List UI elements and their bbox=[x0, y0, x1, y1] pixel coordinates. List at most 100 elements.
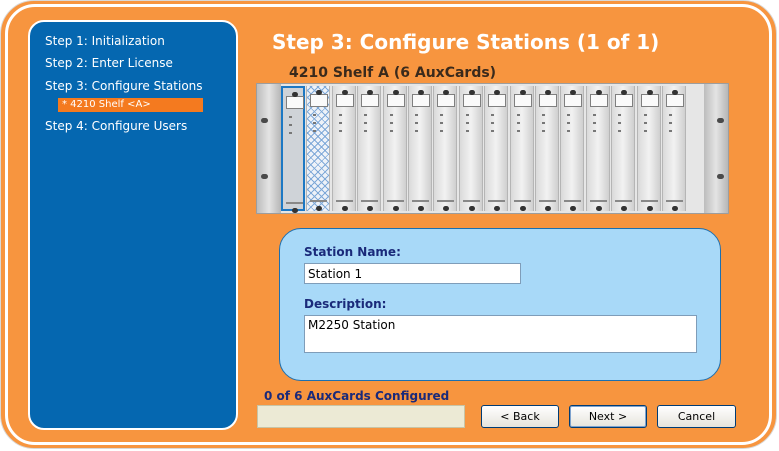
card-led bbox=[542, 114, 545, 116]
card-screw-icon bbox=[672, 90, 678, 95]
card-screw-icon bbox=[519, 90, 526, 95]
shelf-slot-1[interactable] bbox=[281, 86, 305, 213]
card-brand bbox=[462, 200, 480, 202]
card-led bbox=[542, 130, 545, 132]
card-led bbox=[389, 122, 393, 124]
shelf-slot-12[interactable] bbox=[560, 86, 585, 211]
shelf-slot-3[interactable] bbox=[331, 86, 356, 211]
shelf-slot-5[interactable] bbox=[382, 86, 407, 211]
shelf-slot-13[interactable] bbox=[585, 86, 610, 211]
card-lbl bbox=[462, 94, 481, 107]
card-screw-icon bbox=[418, 206, 424, 211]
station-name-label: Station Name: bbox=[304, 245, 401, 259]
wizard-step-sidebar: Step 1: Initialization Step 2: Enter Lic… bbox=[28, 20, 238, 430]
shelf-slot-11[interactable] bbox=[535, 86, 559, 211]
shelf-slot-10[interactable] bbox=[509, 86, 534, 211]
card-screw-icon bbox=[418, 90, 424, 95]
card-screw-icon bbox=[545, 206, 551, 211]
card-led bbox=[289, 116, 292, 118]
card-led bbox=[440, 114, 444, 116]
card-lbl bbox=[539, 94, 557, 107]
shelf-slot-15[interactable] bbox=[636, 86, 661, 211]
card-lbl bbox=[437, 94, 456, 107]
card-led bbox=[542, 122, 545, 124]
cancel-button[interactable]: Cancel bbox=[657, 405, 736, 428]
shelf-slot-2[interactable] bbox=[306, 86, 331, 211]
card-led bbox=[669, 114, 672, 116]
card-lbl bbox=[386, 94, 405, 107]
card-screw-icon bbox=[494, 206, 501, 211]
card-brand bbox=[310, 200, 328, 202]
card-brand bbox=[386, 200, 404, 202]
card-lbl bbox=[361, 94, 380, 107]
card-brand bbox=[615, 200, 633, 202]
shelf-slot-14[interactable] bbox=[611, 86, 636, 211]
card-screw-icon bbox=[292, 208, 298, 213]
card-led bbox=[465, 114, 469, 116]
card-brand bbox=[666, 200, 683, 202]
card-led bbox=[592, 130, 596, 132]
card-screw-icon bbox=[443, 206, 450, 211]
shelf-slot-9[interactable] bbox=[484, 86, 509, 211]
card-led bbox=[440, 122, 444, 124]
rack-ear-right bbox=[704, 84, 728, 213]
sidebar-step-enter-license[interactable]: Step 2: Enter License bbox=[45, 56, 173, 70]
card-led bbox=[313, 114, 317, 116]
card-led bbox=[592, 122, 596, 124]
card-screw-icon bbox=[545, 90, 551, 95]
card-lbl bbox=[412, 94, 430, 107]
card-led bbox=[289, 132, 292, 134]
card-led bbox=[289, 124, 292, 126]
card-lbl bbox=[310, 94, 329, 107]
card-screw-icon bbox=[595, 206, 602, 211]
card-led bbox=[643, 130, 647, 132]
next-button[interactable]: Next > bbox=[569, 405, 647, 428]
shelf-rack-image[interactable] bbox=[256, 83, 729, 214]
card-screw-icon bbox=[341, 206, 348, 211]
card-screw-icon bbox=[316, 206, 323, 211]
card-lbl bbox=[488, 94, 507, 107]
card-led bbox=[364, 122, 368, 124]
card-screw-icon bbox=[292, 92, 298, 97]
station-name-input[interactable] bbox=[304, 263, 521, 284]
shelf-slot-6[interactable] bbox=[408, 86, 432, 211]
card-screw-icon bbox=[392, 206, 399, 211]
rack-ear-left bbox=[257, 84, 281, 213]
card-led bbox=[415, 122, 418, 124]
card-led bbox=[338, 130, 342, 132]
sidebar-step-initialization[interactable]: Step 1: Initialization bbox=[45, 34, 165, 48]
card-lbl bbox=[589, 94, 608, 107]
card-brand bbox=[589, 200, 607, 202]
card-led bbox=[491, 114, 495, 116]
description-label: Description: bbox=[304, 297, 387, 311]
shelf-slot-4[interactable] bbox=[357, 86, 382, 211]
description-textarea[interactable]: M2250 Station bbox=[304, 315, 697, 353]
card-led bbox=[389, 130, 393, 132]
card-lbl bbox=[286, 96, 304, 109]
card-led bbox=[669, 122, 672, 124]
shelf-slot-7[interactable] bbox=[433, 86, 458, 211]
card-screw-icon bbox=[367, 206, 374, 211]
sidebar-step-configure-stations[interactable]: Step 3: Configure Stations bbox=[45, 79, 203, 93]
sidebar-substep-shelf-a[interactable]: * 4210 Shelf <A> bbox=[58, 98, 203, 112]
card-led bbox=[618, 122, 622, 124]
card-brand bbox=[640, 200, 658, 202]
card-lbl bbox=[564, 94, 583, 107]
card-led bbox=[643, 114, 647, 116]
card-screw-icon bbox=[468, 206, 475, 211]
shelf-slot-8[interactable] bbox=[458, 86, 483, 211]
back-button[interactable]: < Back bbox=[481, 405, 559, 428]
card-led bbox=[516, 114, 520, 116]
card-screw-icon bbox=[570, 206, 577, 211]
sidebar-step-configure-users[interactable]: Step 4: Configure Users bbox=[45, 119, 187, 133]
card-led bbox=[364, 130, 368, 132]
card-screw-icon bbox=[646, 90, 653, 95]
card-screw-icon bbox=[468, 90, 475, 95]
card-brand bbox=[513, 200, 531, 202]
card-screw-icon bbox=[621, 90, 628, 95]
card-brand bbox=[488, 200, 506, 202]
shelf-slot-16[interactable] bbox=[662, 86, 686, 211]
card-led bbox=[465, 130, 469, 132]
auxcards-progress-bar bbox=[257, 405, 465, 428]
card-led bbox=[567, 122, 571, 124]
